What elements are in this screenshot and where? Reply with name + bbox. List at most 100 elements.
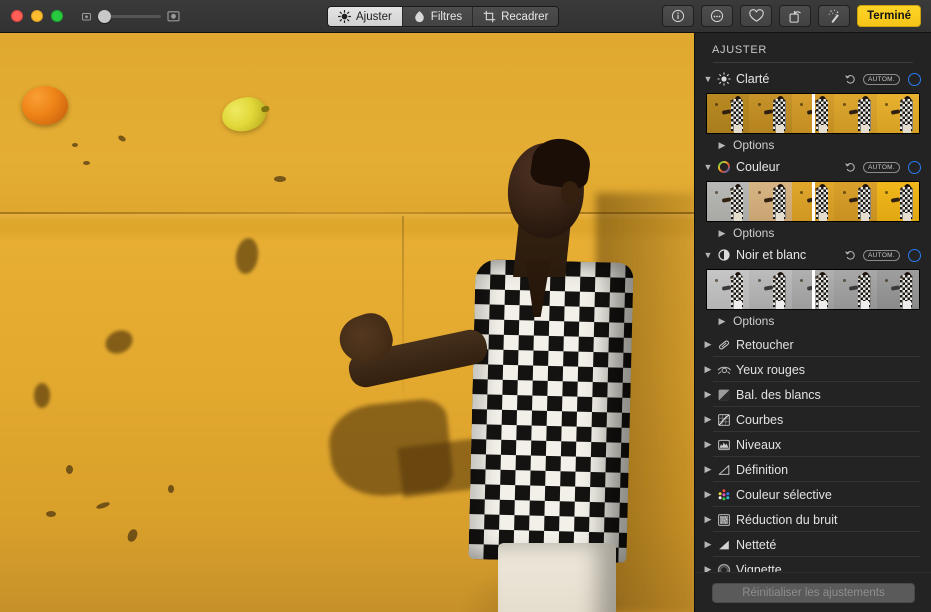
thumbnail-variant[interactable]: [707, 94, 749, 133]
thumbnail-selection-marker[interactable]: [812, 182, 815, 221]
close-button[interactable]: [11, 10, 23, 22]
thumbnail-variant[interactable]: [834, 94, 876, 133]
small-photo-icon: [81, 11, 92, 22]
auto-badge[interactable]: AUTOM.: [863, 74, 900, 85]
panel-divider: [713, 62, 913, 63]
chevron-right-icon[interactable]: ▶: [701, 364, 715, 375]
sidebar-item-nettete-label: Netteté: [736, 538, 776, 552]
info-button[interactable]: [662, 5, 694, 27]
more-button[interactable]: [701, 5, 733, 27]
thumbnail-variant[interactable]: [749, 94, 791, 133]
section-noir-et-blanc-label: Noir et blanc: [736, 248, 844, 262]
thumbnail-selection-marker[interactable]: [812, 94, 815, 133]
tab-recadrer[interactable]: Recadrer: [473, 7, 558, 26]
black-and-white-icon: [715, 247, 733, 263]
tab-filtres[interactable]: Filtres: [403, 7, 473, 26]
reset-adjustments-label: Réinitialiser les ajustements: [742, 587, 885, 599]
panel-title: AJUSTER: [695, 33, 931, 62]
chevron-right-icon[interactable]: ▶: [701, 389, 715, 400]
thumbnail-variant[interactable]: [877, 270, 919, 309]
sidebar-item-reduction-du-bruit[interactable]: ▶ Réduction du bruit: [695, 507, 931, 532]
reset-arrow-icon[interactable]: [844, 249, 856, 261]
thumbnail-variant[interactable]: [749, 270, 791, 309]
thumbnail-variant[interactable]: [707, 182, 749, 221]
zoom-slider-knob[interactable]: [98, 10, 111, 23]
zoom-button[interactable]: [51, 10, 63, 22]
auto-badge[interactable]: AUTOM.: [863, 250, 900, 261]
chevron-right-icon[interactable]: ▶: [701, 514, 715, 525]
chevron-right-icon[interactable]: ▶: [701, 489, 715, 500]
section-noir-et-blanc-toggle[interactable]: [908, 249, 921, 262]
traffic-lights: [11, 10, 63, 22]
section-clarte-toggle[interactable]: [908, 73, 921, 86]
lemon-fruit: [219, 93, 269, 135]
chevron-right-icon[interactable]: ▶: [715, 140, 729, 151]
sidebar-item-nettete[interactable]: ▶ Netteté: [695, 532, 931, 557]
chevron-right-icon[interactable]: ▶: [701, 339, 715, 350]
sidebar-item-niveaux[interactable]: ▶ Niveaux: [695, 432, 931, 457]
chevron-right-icon[interactable]: ▶: [715, 316, 729, 327]
thumbnail-variant[interactable]: [834, 182, 876, 221]
zoom-slider[interactable]: [81, 10, 180, 23]
ellipsis-circle-icon: [710, 9, 724, 23]
sidebar-item-definition[interactable]: ▶ Définition: [695, 457, 931, 482]
chevron-right-icon[interactable]: ▶: [701, 414, 715, 425]
couleur-options-row[interactable]: ▶ Options: [695, 222, 931, 244]
clarte-options-row[interactable]: ▶ Options: [695, 134, 931, 156]
wall-speck: [168, 485, 174, 493]
section-couleur-toggle[interactable]: [908, 161, 921, 174]
sidebar-item-yeux-rouges[interactable]: ▶ Yeux rouges: [695, 357, 931, 382]
color-wheel-icon: [715, 159, 733, 175]
sidebar-footer: Réinitialiser les ajustements: [695, 572, 931, 612]
zoom-slider-track[interactable]: [98, 15, 161, 18]
thumbnail-selection-marker[interactable]: [812, 270, 815, 309]
wall-speck: [46, 511, 56, 517]
couleur-thumbnail-strip[interactable]: [706, 181, 920, 222]
sidebar-item-couleur-selective[interactable]: ▶ Couleur sélective: [695, 482, 931, 507]
heart-icon: [749, 9, 764, 23]
done-button[interactable]: Terminé: [857, 5, 921, 27]
chevron-down-icon[interactable]: ▼: [701, 162, 715, 172]
noir-et-blanc-thumbnail-strip[interactable]: [706, 269, 920, 310]
chevron-down-icon[interactable]: ▼: [701, 250, 715, 260]
sidebar-item-bal-des-blancs[interactable]: ▶ Bal. des blancs: [695, 382, 931, 407]
photo-canvas[interactable]: [0, 33, 694, 612]
reset-arrow-icon[interactable]: [844, 161, 856, 173]
thumbnail-variant[interactable]: [877, 94, 919, 133]
ear: [561, 181, 579, 205]
clarte-thumbnail-strip[interactable]: [706, 93, 920, 134]
tab-ajuster[interactable]: Ajuster: [328, 7, 403, 26]
chevron-right-icon[interactable]: ▶: [701, 464, 715, 475]
section-noir-et-blanc-header[interactable]: ▼ Noir et blanc AUTOM.: [695, 244, 931, 266]
chevron-right-icon[interactable]: ▶: [701, 439, 715, 450]
rotate-button[interactable]: [779, 5, 811, 27]
thumbnail-variant[interactable]: [707, 270, 749, 309]
chevron-right-icon[interactable]: ▶: [701, 539, 715, 550]
section-clarte-label: Clarté: [736, 72, 844, 86]
noir-et-blanc-options-row[interactable]: ▶ Options: [695, 310, 931, 332]
chevron-right-icon[interactable]: ▶: [715, 228, 729, 239]
section-couleur-label: Couleur: [736, 160, 844, 174]
enhance-button[interactable]: [818, 5, 850, 27]
thumbnail-variant[interactable]: [877, 182, 919, 221]
auto-badge[interactable]: AUTOM.: [863, 162, 900, 173]
sidebar-item-retoucher[interactable]: ▶ Retoucher: [695, 332, 931, 357]
photos-editor-window: Ajuster Filtres Recadrer: [0, 0, 931, 612]
sidebar-item-courbes[interactable]: ▶ Courbes: [695, 407, 931, 432]
wall-speck: [72, 143, 78, 147]
definition-icon: [715, 462, 733, 478]
mode-segmented-control[interactable]: Ajuster Filtres Recadrer: [327, 6, 559, 27]
chevron-down-icon[interactable]: ▼: [701, 74, 715, 84]
levels-icon: [715, 437, 733, 453]
sidebar-item-retoucher-label: Retoucher: [736, 338, 794, 352]
wall-speck: [274, 176, 286, 182]
reset-adjustments-button[interactable]: Réinitialiser les ajustements: [712, 583, 915, 603]
section-couleur-header[interactable]: ▼ Couleur AUTOM.: [695, 156, 931, 178]
thumbnail-variant[interactable]: [834, 270, 876, 309]
section-clarte-header[interactable]: ▼ Clarté AUTOM.: [695, 68, 931, 90]
favorite-button[interactable]: [740, 5, 772, 27]
thumbnail-variant[interactable]: [749, 182, 791, 221]
tab-ajuster-label: Ajuster: [356, 11, 392, 23]
reset-arrow-icon[interactable]: [844, 73, 856, 85]
minimize-button[interactable]: [31, 10, 43, 22]
